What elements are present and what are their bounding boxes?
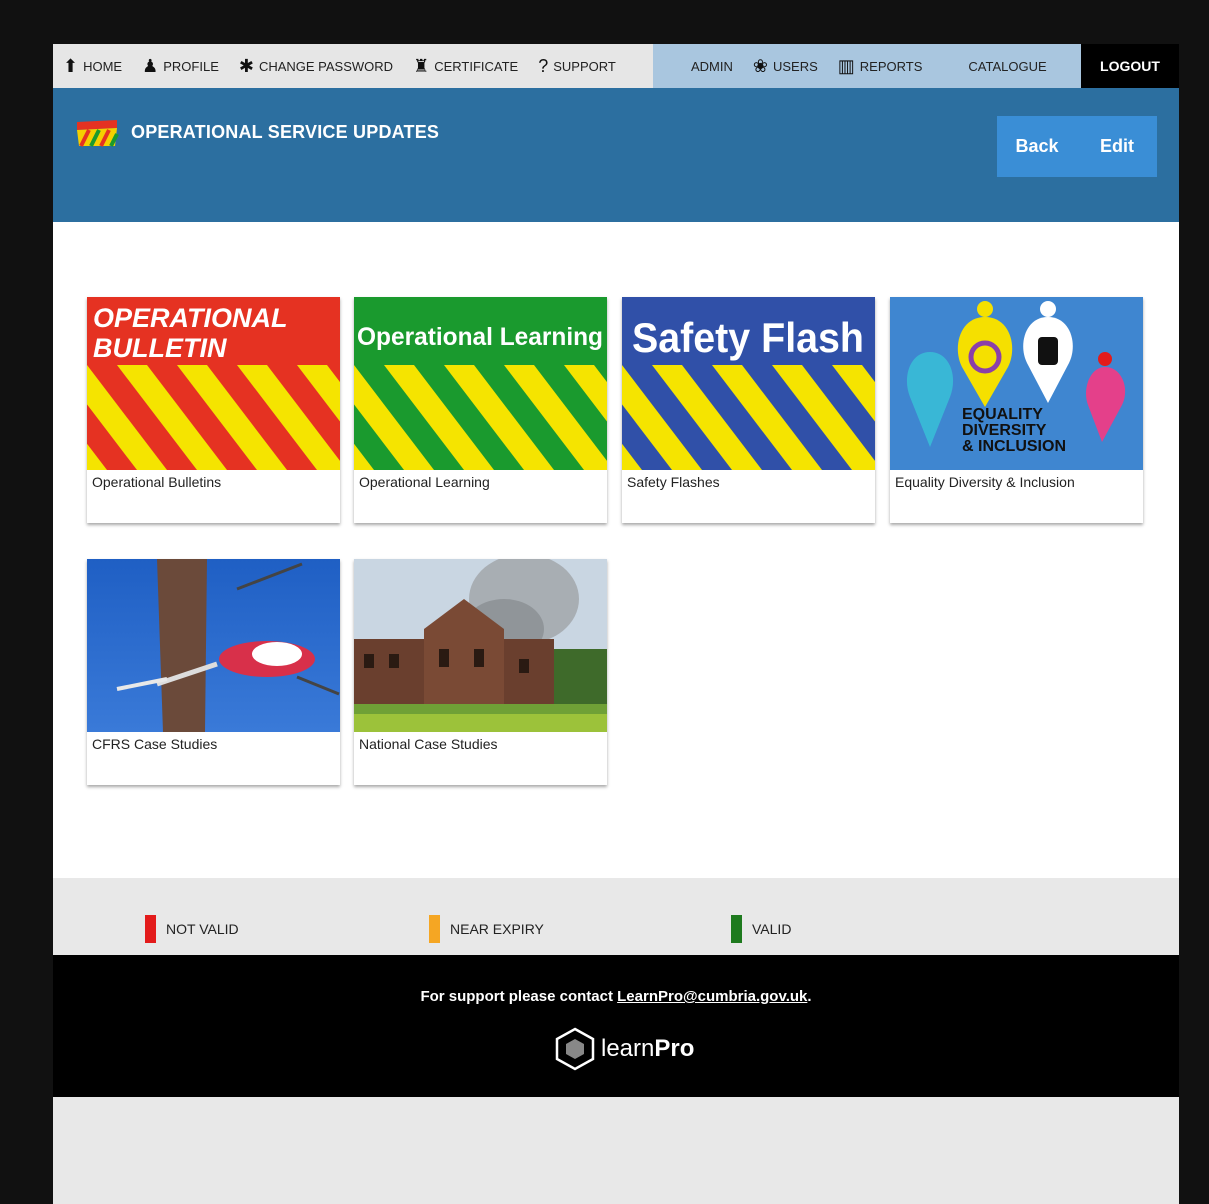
learnpro-hex-icon [555,1027,595,1071]
page-footer: For support please contact LearnPro@cumb… [53,955,1179,1097]
nav-certificate[interactable]: ♜ CERTIFICATE [403,44,528,88]
near-expiry-swatch [429,915,440,943]
back-button[interactable]: Back [997,136,1077,157]
content-area: OPERATIONAL BULLETIN Operational Bulleti… [53,222,1179,878]
nav-reports-label: REPORTS [859,58,923,74]
operational-learning-thumbnail: Operational Learning [354,297,607,470]
support-email-link[interactable]: LearnPro@cumbria.gov.uk [617,988,807,1005]
question-icon: ? [538,56,549,76]
status-legend: NOT VALID NEAR EXPIRY VALID [53,878,1179,955]
main-nav: ⬆ HOME ♟ PROFILE ✱ CHANGE PASSWORD ♜ CER… [53,44,1179,88]
support-prefix: For support please contact [420,988,618,1005]
legend-valid-label: VALID [752,921,792,937]
card-label: Operational Bulletins [92,474,222,490]
chart-icon: ▥ [837,56,855,76]
nav-user-section: ⬆ HOME ♟ PROFILE ✱ CHANGE PASSWORD ♜ CER… [53,44,653,88]
legend-valid: VALID [731,915,791,943]
edi-line3: & INCLUSION [962,438,1066,455]
card-safety-flashes[interactable]: Safety Flash Safety Flashes [622,297,875,523]
valid-swatch [731,915,742,943]
card-cfrs-case-studies[interactable]: CFRS Case Studies [87,559,340,785]
top-bar [53,0,1179,44]
users-icon: ❀ [752,56,768,76]
brand-pro: Pro [654,1035,695,1062]
nav-users[interactable]: ❀ USERS [743,44,828,88]
building-fire-photo-thumbnail [354,559,607,732]
page-header: OPERATIONAL SERVICE UPDATES Back Edit [53,88,1179,222]
card-label: Equality Diversity & Inclusion [895,474,1075,490]
edi-line2: DIVERSITY [962,422,1047,439]
banner-title: Safety Flash [632,314,864,361]
not-valid-swatch [145,915,156,943]
legend-not-valid: NOT VALID [145,915,239,943]
nav-users-label: USERS [772,58,818,74]
legend-not-valid-label: NOT VALID [166,921,239,937]
logout-button[interactable]: LOGOUT [1081,44,1179,88]
nav-catalogue[interactable]: CATALOGUE [932,44,1056,88]
edit-button[interactable]: Edit [1077,136,1157,157]
nav-profile[interactable]: ♟ PROFILE [132,44,229,88]
service-logo-icon [75,118,119,148]
card-operational-learning[interactable]: Operational Learning Operational Learnin… [354,297,607,523]
nav-reports[interactable]: ▥ REPORTS [828,44,933,88]
card-label: Safety Flashes [627,474,720,490]
certificate-icon: ♜ [413,56,430,76]
nav-profile-label: PROFILE [163,58,219,74]
operational-bulletin-thumbnail: OPERATIONAL BULLETIN [87,297,340,470]
header-actions: Back Edit [997,116,1157,177]
asterisk-icon: ✱ [238,56,254,76]
nav-admin-section: ADMIN ❀ USERS ▥ REPORTS CATALOGUE [653,44,1081,88]
user-icon: ♟ [142,56,159,76]
edi-thumbnail: EQUALITY DIVERSITY & INCLUSION [890,297,1143,470]
home-icon: ⬆ [63,56,79,76]
support-text: For support please contact LearnPro@cumb… [53,988,1179,1005]
nav-admin-label: ADMIN [691,58,733,74]
edi-line1: EQUALITY [962,406,1043,423]
nav-home[interactable]: ⬆ HOME [53,44,132,88]
safety-flash-thumbnail: Safety Flash [622,297,875,470]
nav-support-label: SUPPORT [553,58,616,74]
bottom-spacer [53,1097,1179,1165]
banner-title: Operational Learning [357,323,603,351]
nav-support[interactable]: ? SUPPORT [528,44,626,88]
legend-near-expiry-label: NEAR EXPIRY [450,921,544,937]
card-label: Operational Learning [359,474,490,490]
page-frame: ⬆ HOME ♟ PROFILE ✱ CHANGE PASSWORD ♜ CER… [53,0,1179,1204]
nav-change-password[interactable]: ✱ CHANGE PASSWORD [229,44,403,88]
banner-line1: OPERATIONAL [93,303,288,333]
nav-home-label: HOME [83,58,123,74]
card-equality-diversity-inclusion[interactable]: EQUALITY DIVERSITY & INCLUSION Equality … [890,297,1143,523]
card-label: National Case Studies [359,736,498,752]
nav-change-password-label: CHANGE PASSWORD [258,58,394,74]
nav-admin[interactable]: ADMIN [653,44,743,88]
brand-learn: learn [601,1035,655,1062]
nav-certificate-label: CERTIFICATE [434,58,519,74]
legend-near-expiry: NEAR EXPIRY [429,915,544,943]
learnpro-logo: learn Pro [553,1027,694,1071]
card-national-case-studies[interactable]: National Case Studies [354,559,607,785]
page-title: OPERATIONAL SERVICE UPDATES [131,122,440,142]
nav-catalogue-label: CATALOGUE [968,58,1047,74]
helicopter-photo-thumbnail [87,559,340,732]
card-label: CFRS Case Studies [92,736,218,752]
card-operational-bulletins[interactable]: OPERATIONAL BULLETIN Operational Bulleti… [87,297,340,523]
banner-line2: BULLETIN [93,333,227,363]
support-period: . [807,988,812,1005]
